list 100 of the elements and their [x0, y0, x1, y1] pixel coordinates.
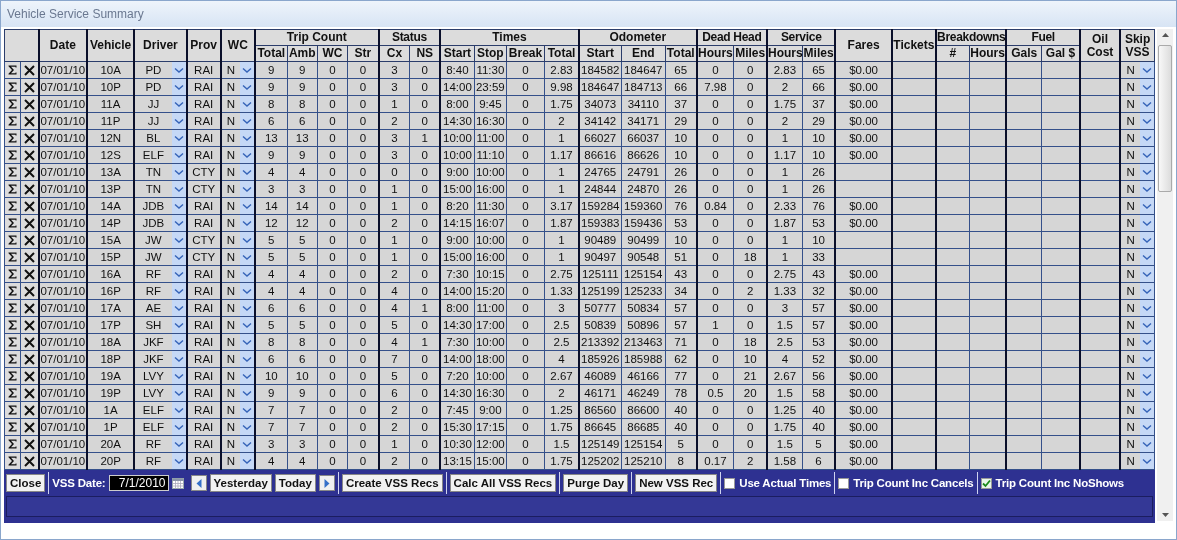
dropdown-field[interactable]: N [222, 181, 254, 197]
delete-icon[interactable] [23, 370, 35, 382]
delete-icon[interactable] [23, 217, 35, 229]
sum-icon[interactable] [8, 269, 18, 279]
dropdown-field[interactable]: N [1122, 385, 1154, 401]
up-arrow-icon[interactable] [1161, 33, 1169, 37]
dropdown-button[interactable] [171, 300, 186, 316]
delete-icon[interactable] [23, 81, 35, 93]
dropdown-field[interactable]: N [1122, 62, 1154, 78]
dropdown-button[interactable] [239, 436, 254, 452]
sum-icon[interactable] [8, 286, 18, 296]
dropdown-button[interactable] [171, 147, 186, 163]
dropdown-button[interactable] [239, 453, 254, 469]
dropdown-button[interactable] [171, 402, 186, 418]
dropdown-field[interactable]: N [222, 385, 254, 401]
dropdown-button[interactable] [239, 96, 254, 112]
delete-icon[interactable] [23, 268, 35, 280]
dropdown-field[interactable]: N [222, 368, 254, 384]
dropdown-button[interactable] [1140, 79, 1154, 95]
dropdown-field[interactable]: N [1122, 215, 1154, 231]
close-button[interactable]: Close [6, 474, 46, 492]
calendar-icon[interactable] [171, 477, 184, 489]
sum-icon[interactable] [8, 116, 18, 126]
dropdown-field[interactable]: N [1122, 300, 1154, 316]
dropdown-button[interactable] [1140, 249, 1154, 265]
day-button[interactable]: Today [274, 474, 316, 492]
dropdown-field[interactable]: RF [136, 453, 186, 469]
dropdown-button[interactable] [1140, 351, 1154, 367]
dropdown-field[interactable]: PD [136, 62, 186, 78]
dropdown-button[interactable] [171, 164, 186, 180]
dropdown-button[interactable] [239, 283, 254, 299]
delete-icon[interactable] [23, 200, 35, 212]
dropdown-field[interactable]: LVY [136, 385, 186, 401]
dropdown-button[interactable] [1140, 334, 1154, 350]
delete-icon[interactable] [23, 319, 35, 331]
dropdown-field[interactable]: TN [136, 164, 186, 180]
dropdown-field[interactable]: N [222, 351, 254, 367]
dropdown-field[interactable]: TN [136, 181, 186, 197]
sum-icon[interactable] [8, 99, 18, 109]
dropdown-field[interactable]: N [222, 300, 254, 316]
dropdown-field[interactable]: N [1122, 181, 1154, 197]
dropdown-field[interactable]: N [1122, 351, 1154, 367]
sum-icon[interactable] [8, 371, 18, 381]
action-button[interactable]: Create VSS Recs [341, 474, 443, 492]
dropdown-button[interactable] [239, 385, 254, 401]
checkbox[interactable] [980, 477, 992, 489]
dropdown-button[interactable] [171, 215, 186, 231]
sum-icon[interactable] [8, 354, 18, 364]
dropdown-button[interactable] [239, 300, 254, 316]
delete-icon[interactable] [23, 166, 35, 178]
dropdown-field[interactable]: N [1122, 96, 1154, 112]
dropdown-field[interactable]: JKF [136, 334, 186, 350]
dropdown-button[interactable] [171, 453, 186, 469]
action-button[interactable]: New VSS Rec [635, 474, 718, 492]
delete-icon[interactable] [23, 149, 35, 161]
dropdown-button[interactable] [171, 266, 186, 282]
dropdown-button[interactable] [239, 147, 254, 163]
sum-icon[interactable] [8, 201, 18, 211]
dropdown-field[interactable]: JJ [136, 113, 186, 129]
dropdown-field[interactable]: PD [136, 79, 186, 95]
dropdown-button[interactable] [1140, 147, 1154, 163]
next-button[interactable] [318, 475, 335, 491]
dropdown-button[interactable] [1140, 283, 1154, 299]
dropdown-field[interactable]: N [222, 419, 254, 435]
dropdown-field[interactable]: N [222, 96, 254, 112]
dropdown-field[interactable]: SH [136, 317, 186, 333]
dropdown-button[interactable] [239, 232, 254, 248]
dropdown-field[interactable]: N [1122, 368, 1154, 384]
sum-icon[interactable] [8, 218, 18, 228]
delete-icon[interactable] [23, 64, 35, 76]
dropdown-button[interactable] [171, 249, 186, 265]
dropdown-field[interactable]: N [1122, 317, 1154, 333]
dropdown-button[interactable] [239, 351, 254, 367]
delete-icon[interactable] [23, 302, 35, 314]
dropdown-field[interactable]: N [222, 130, 254, 146]
dropdown-button[interactable] [239, 62, 254, 78]
action-button[interactable]: Calc All VSS Recs [449, 474, 557, 492]
dropdown-field[interactable]: N [222, 249, 254, 265]
dropdown-field[interactable]: N [1122, 147, 1154, 163]
dropdown-field[interactable]: ELF [136, 419, 186, 435]
dropdown-button[interactable] [1140, 317, 1154, 333]
sum-icon[interactable] [8, 65, 18, 75]
dropdown-button[interactable] [239, 317, 254, 333]
dropdown-button[interactable] [239, 266, 254, 282]
dropdown-button[interactable] [1140, 181, 1154, 197]
down-arrow-icon[interactable] [1161, 513, 1169, 517]
dropdown-button[interactable] [171, 79, 186, 95]
dropdown-button[interactable] [239, 113, 254, 129]
dropdown-field[interactable]: N [1122, 453, 1154, 469]
dropdown-button[interactable] [171, 130, 186, 146]
dropdown-button[interactable] [171, 436, 186, 452]
dropdown-field[interactable]: RF [136, 283, 186, 299]
dropdown-button[interactable] [1140, 198, 1154, 214]
dropdown-field[interactable]: ELF [136, 402, 186, 418]
action-button[interactable]: Purge Day [563, 474, 629, 492]
dropdown-button[interactable] [1140, 62, 1154, 78]
sum-icon[interactable] [8, 456, 18, 466]
sum-icon[interactable] [8, 167, 18, 177]
dropdown-button[interactable] [1140, 130, 1154, 146]
dropdown-button[interactable] [171, 385, 186, 401]
